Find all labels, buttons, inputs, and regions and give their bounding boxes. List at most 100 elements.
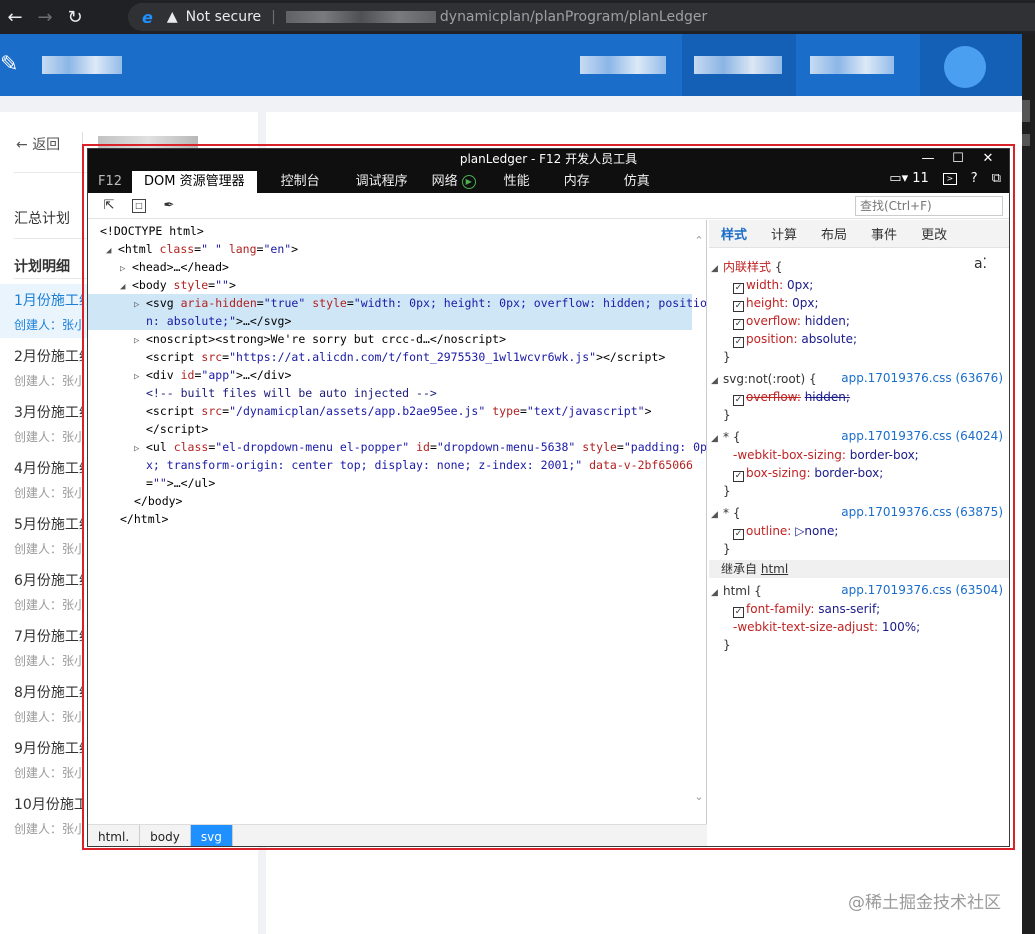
style-tab-events[interactable]: 事件 <box>859 224 909 243</box>
dom-node[interactable]: </html> <box>120 510 706 528</box>
dom-node[interactable]: </script> <box>146 420 706 438</box>
declaration[interactable]: ✓ position: absolute; <box>733 330 857 348</box>
breadcrumb-html[interactable]: html. <box>88 824 141 846</box>
tab-memory[interactable]: 内存 <box>552 171 602 193</box>
breadcrumb-body[interactable]: body <box>140 824 191 846</box>
dom-node[interactable]: ◢ <html class=" " lang="en"> <box>106 240 706 260</box>
tab-emulation[interactable]: 仿真 <box>612 171 662 193</box>
ie-mode-icon[interactable]: e <box>142 8 153 27</box>
target-selector[interactable]: ▭▾ 11 <box>889 171 929 186</box>
plan-item[interactable]: 3月份施工组创建人：张小 <box>14 402 84 445</box>
inherited-header: 继承自 html <box>709 560 1009 578</box>
scroll-down-icon[interactable]: ⌄ <box>692 790 706 803</box>
maximize-icon[interactable]: ☐ <box>943 149 973 169</box>
target-count: 11 <box>912 171 929 186</box>
tab-debugger[interactable]: 调试程序 <box>344 171 420 193</box>
plan-item[interactable]: 1月份施工组创建人：张小 <box>14 290 84 333</box>
dom-node-selected-cont[interactable]: n: absolute;">…</svg> <box>88 312 692 330</box>
tab-network[interactable]: 网络 ▶ <box>420 171 488 193</box>
security-label[interactable]: Not secure <box>186 9 262 25</box>
help-icon[interactable]: ? <box>971 171 978 186</box>
font-size-icon[interactable]: a⁚ <box>974 256 987 272</box>
declaration[interactable]: ✓ box-sizing: border-box; <box>733 464 883 482</box>
select-element-icon[interactable]: ⇱ <box>100 197 118 215</box>
plan-item[interactable]: 4月份施工组创建人：张小 <box>14 458 84 501</box>
tab-performance[interactable]: 性能 <box>492 171 542 193</box>
devtools-title-bar: planLedger - F12 开发人员工具 — ☐ ✕ <box>88 149 1009 169</box>
host-redacted <box>285 11 436 23</box>
dom-node-cont[interactable]: ="">…</ul> <box>146 474 706 492</box>
tab-dom-explorer[interactable]: DOM 资源管理器 <box>132 171 257 193</box>
plan-item[interactable]: 9月份施工组创建人：张小 <box>14 738 84 781</box>
plan-creator: 创建人：张小 <box>14 710 84 724</box>
dom-node[interactable]: ▷ <noscript><strong>We're sorry but crcc-… <box>134 330 706 350</box>
declaration[interactable]: -webkit-text-size-adjust: 100%; <box>733 618 920 636</box>
dom-node[interactable]: ▷ <div id="app">…</div> <box>134 366 706 386</box>
network-record-icon[interactable]: ▶ <box>461 174 476 189</box>
plan-item[interactable]: 2月份施工组创建人：张小 <box>14 346 84 389</box>
header-menu-redacted-1[interactable] <box>580 56 666 74</box>
declaration[interactable]: ✓ font-family: sans-serif; <box>733 600 880 618</box>
find-input[interactable] <box>855 196 1003 216</box>
address-bar[interactable]: e ▲ Not secure | dynamicplan/planProgram… <box>128 3 1035 31</box>
color-picker-icon[interactable]: ✒ <box>160 197 178 215</box>
rule-inline: ◢ 内联样式 { <box>711 260 783 274</box>
dom-comment[interactable]: <!-- built files will be auto injected -… <box>146 384 706 402</box>
back-arrow-icon[interactable]: ← <box>0 2 30 32</box>
dom-node[interactable]: </body> <box>134 492 706 510</box>
plan-creator: 创建人：张小 <box>14 598 84 612</box>
style-tab-styles[interactable]: 样式 <box>709 224 759 243</box>
close-icon[interactable]: ✕ <box>973 149 1003 169</box>
declaration[interactable]: -webkit-box-sizing: border-box; <box>733 446 919 464</box>
declaration-overridden[interactable]: ✓ overflow: hidden; <box>733 388 850 406</box>
minimize-icon[interactable]: — <box>913 149 943 169</box>
inherit-source[interactable]: html <box>761 562 788 576</box>
window-edge <box>1022 34 1035 934</box>
style-tab-computed[interactable]: 计算 <box>759 224 809 243</box>
dom-node-cont[interactable]: x; transform-origin: center top; display… <box>146 456 706 474</box>
scroll-up-icon[interactable]: ⌃ <box>692 234 706 247</box>
dom-node-selected[interactable]: ▷ <svg aria-hidden="true" style="width: 0… <box>88 294 706 314</box>
rule-source[interactable]: app.17019376.css (64024) <box>841 429 1003 443</box>
style-tab-changes[interactable]: 更改 <box>909 224 959 243</box>
rule-source[interactable]: app.17019376.css (63875) <box>841 505 1003 519</box>
dom-node[interactable]: ▷ <ul class="el-dropdown-menu el-popper" … <box>134 438 706 458</box>
declaration[interactable]: ✓ overflow: hidden; <box>733 312 850 330</box>
dom-tree[interactable]: <!DOCTYPE html> ◢ <html class=" " lang="e… <box>88 220 707 824</box>
forward-arrow-icon[interactable]: → <box>30 2 60 32</box>
page-gap <box>0 96 1022 112</box>
plan-item[interactable]: 6月份施工组创建人：张小 <box>14 570 84 613</box>
back-button[interactable]: ← 返回 <box>16 134 60 154</box>
declaration[interactable]: ✓ width: 0px; <box>733 276 813 294</box>
dom-node[interactable]: ◢ <body style=""> <box>120 276 706 296</box>
rule-source[interactable]: app.17019376.css (63504) <box>841 583 1003 597</box>
dom-node[interactable]: <script src="https://at.alicdn.com/t/fon… <box>146 348 706 366</box>
devtools-window: planLedger - F12 开发人员工具 — ☐ ✕ F12 DOM 资源… <box>87 148 1010 847</box>
rule-source[interactable]: app.17019376.css (63676) <box>841 371 1003 385</box>
style-tab-layout[interactable]: 布局 <box>809 224 859 243</box>
app-header: ✎ <box>0 34 1022 96</box>
avatar[interactable] <box>944 46 986 88</box>
plan-item[interactable]: 5月份施工组创建人：张小 <box>14 514 84 557</box>
summary-plan-link[interactable]: 汇总计划 <box>14 208 70 228</box>
header-menu-redacted-3[interactable] <box>810 56 894 74</box>
dock-icon[interactable]: ⧉ <box>992 171 1001 186</box>
declaration[interactable]: ✓ outline: ▷none; <box>733 522 838 540</box>
plan-item[interactable]: 10月份施工组创建人：张小 <box>14 794 84 837</box>
tab-console[interactable]: 控制台 <box>269 171 332 193</box>
dom-node[interactable]: ▷ <head>…</head> <box>120 258 706 278</box>
highlight-element-icon[interactable]: □ <box>132 198 146 213</box>
plan-item[interactable]: 7月份施工组创建人：张小 <box>14 626 84 669</box>
declaration[interactable]: ✓ height: 0px; <box>733 294 819 312</box>
dom-node[interactable]: <!DOCTYPE html> <box>100 222 704 240</box>
breadcrumb-svg[interactable]: svg <box>190 824 233 846</box>
tab-f12[interactable]: F12 <box>88 171 132 193</box>
dom-node[interactable]: <script src="/dynamicplan/assets/app.b2a… <box>146 402 706 420</box>
reload-icon[interactable]: ↻ <box>60 2 90 32</box>
console-toggle-icon[interactable]: > <box>942 172 957 185</box>
rule-close: } <box>723 638 731 652</box>
plan-item[interactable]: 8月份施工组创建人：张小 <box>14 682 84 725</box>
plan-creator: 创建人：张小 <box>14 430 84 444</box>
header-menu-redacted-2[interactable] <box>694 56 782 74</box>
tab-network-label: 网络 <box>431 174 458 189</box>
